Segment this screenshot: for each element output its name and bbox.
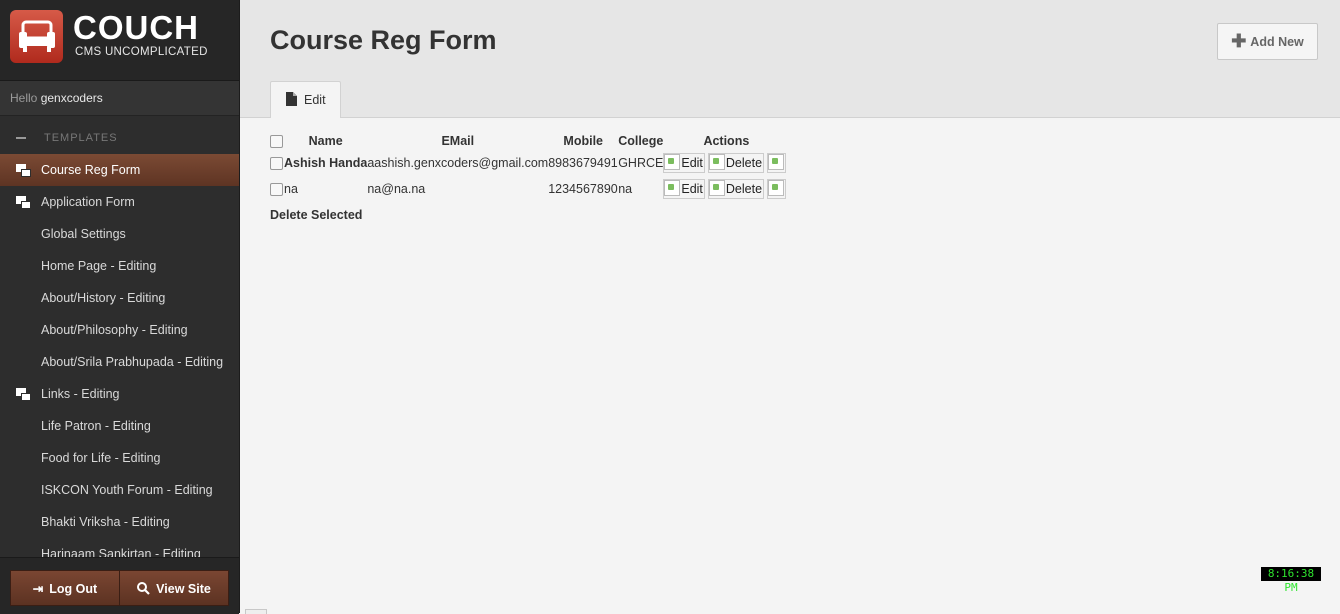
logout-label: Log Out [49,582,98,596]
edit-button[interactable]: Edit [663,179,705,199]
column-header-college: College [618,134,664,148]
sidebar-item-label: Harinaam Sankirtan - Editing [41,547,201,557]
broken-image-icon [708,180,725,196]
select-all-checkbox[interactable] [270,135,283,149]
broken-image-icon [768,154,785,170]
broken-image-icon [664,180,681,196]
sidebar-item-label: About/Srila Prabhupada - Editing [41,355,224,369]
delete-button[interactable]: Delete [707,179,765,199]
tab-edit[interactable]: Edit [270,81,341,118]
sidebar-item-food-for-life[interactable]: Food for Life - Editing [0,442,239,474]
table-row: Ashish Handa aashish.genxcoders@gmail.co… [268,150,789,176]
sidebar-item-global-settings[interactable]: Global Settings [0,218,239,250]
folder-icon [16,388,32,402]
section-label: TEMPLATES [44,132,118,144]
delete-label: Delete [725,182,763,196]
sidebar-item-about-history[interactable]: About/History - Editing [0,282,239,314]
view-button[interactable] [767,153,787,173]
brand-title: COUCH [73,9,199,46]
cell-name: Ashish Handa [284,156,368,170]
templates-section-header[interactable]: TEMPLATES [0,122,239,154]
edit-button[interactable]: Edit [663,153,705,173]
sidebar-item-life-patron[interactable]: Life Patron - Editing [0,410,239,442]
sidebar: COUCH CMS UNCOMPLICATED Hello genxcoders… [0,0,240,614]
cell-actions: Edit Delete [663,150,789,176]
cell-actions: Edit Delete [663,176,789,202]
broken-image-icon [708,154,725,170]
folder-icon [16,196,32,210]
view-site-label: View Site [156,582,211,596]
sidebar-menu: TEMPLATES Course Reg Form Application Fo… [0,122,239,557]
edit-label: Edit [681,182,703,196]
records-table: Name EMail Mobile College Actions Ashish… [268,132,789,202]
greeting-text: Hello [10,91,38,105]
cell-college: GHRCE [618,156,664,170]
sidebar-item-label: Food for Life - Editing [41,451,161,465]
sidebar-footer: ⇥ Log Out View Site [0,557,239,614]
page-title: Course Reg Form [270,25,497,55]
logout-button[interactable]: ⇥ Log Out [10,570,120,606]
sidebar-item-label: Bhakti Vriksha - Editing [41,515,170,529]
logout-icon: ⇥ [32,582,44,596]
plus-icon: ✚ [1231,31,1247,51]
sidebar-item-label: Application Form [41,195,135,209]
sidebar-item-label: Home Page - Editing [41,259,157,273]
cell-mobile: 8983679491 [548,156,618,170]
table-row: na na@na.na 1234567890 na Edit Delete [268,176,789,202]
sidebar-item-label: Course Reg Form [41,163,141,177]
add-new-label: Add New [1250,35,1304,49]
user-greeting: Hello genxcoders [0,81,239,116]
main-panel: Course Reg Form ✚ Add New Edit Name EMail… [240,0,1340,614]
scroll-stub [245,609,267,614]
sidebar-item-label: ISKCON Youth Forum - Editing [41,483,213,497]
cell-email: aashish.genxcoders@gmail.com [367,156,549,170]
row-checkbox[interactable] [270,157,283,171]
sidebar-item-about-prabhupada[interactable]: About/Srila Prabhupada - Editing [0,346,239,378]
search-icon [137,571,150,607]
tab-label: Edit [304,93,326,107]
clock-display: 8:16:38 PM [1261,567,1321,594]
row-checkbox[interactable] [270,183,283,197]
edit-label: Edit [681,156,703,170]
username: genxcoders [40,91,103,105]
column-header-email: EMail [441,134,475,148]
view-site-button[interactable]: View Site [119,570,229,606]
sidebar-item-application-form[interactable]: Application Form [0,186,239,218]
sidebar-item-links[interactable]: Links - Editing [0,378,239,410]
sidebar-item-label: About/History - Editing [41,291,166,305]
folder-icon [16,164,32,178]
collapse-icon[interactable] [16,137,26,140]
sidebar-item-course-reg-form[interactable]: Course Reg Form [0,154,239,186]
sidebar-item-label: Life Patron - Editing [41,419,151,433]
sidebar-item-harinaam-sankirtan[interactable]: Harinaam Sankirtan - Editing [0,538,239,557]
logo[interactable]: COUCH CMS UNCOMPLICATED [0,0,239,81]
sidebar-item-home-page[interactable]: Home Page - Editing [0,250,239,282]
content-area: Name EMail Mobile College Actions Ashish… [240,118,1340,614]
sidebar-item-label: About/Philosophy - Editing [41,323,188,337]
delete-button[interactable]: Delete [707,153,765,173]
broken-image-icon [664,154,681,170]
document-icon [286,92,297,106]
column-header-mobile: Mobile [563,134,603,148]
page-header: Course Reg Form ✚ Add New Edit [240,0,1340,118]
delete-label: Delete [725,156,763,170]
view-button[interactable] [767,179,787,199]
column-header-actions: Actions [703,134,750,148]
sidebar-item-bhakti-vriksha[interactable]: Bhakti Vriksha - Editing [0,506,239,538]
sidebar-item-about-philosophy[interactable]: About/Philosophy - Editing [0,314,239,346]
sidebar-item-iskcon-youth-forum[interactable]: ISKCON Youth Forum - Editing [0,474,239,506]
sidebar-item-label: Global Settings [41,227,126,241]
delete-selected-link[interactable]: Delete Selected [270,208,362,222]
table-header-row: Name EMail Mobile College Actions [268,132,789,150]
cell-college: na [618,182,633,196]
cell-name: na [284,182,298,196]
column-header-name: Name [308,134,343,148]
broken-image-icon [768,180,785,196]
cell-email: na@na.na [367,182,426,196]
couch-logo-icon [10,10,63,63]
brand-subtitle: CMS UNCOMPLICATED [75,46,208,58]
add-new-button[interactable]: ✚ Add New [1217,23,1318,60]
cell-mobile: 1234567890 [548,182,618,196]
sidebar-item-label: Links - Editing [41,387,120,401]
